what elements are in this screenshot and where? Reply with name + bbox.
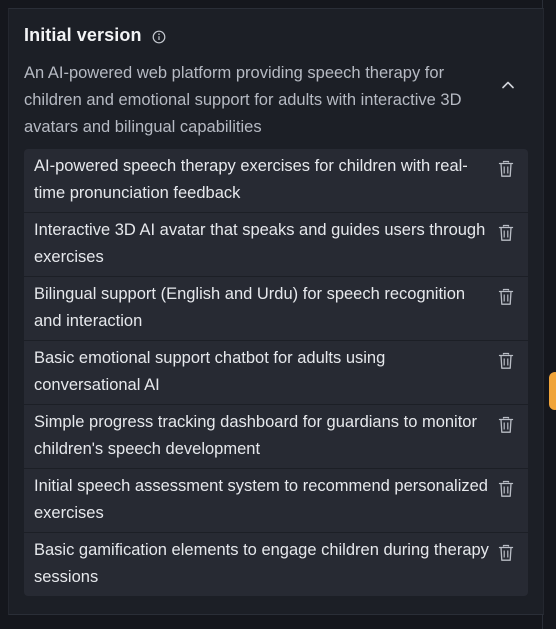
trash-icon — [498, 480, 514, 497]
side-feedback-tab[interactable] — [549, 372, 556, 410]
chevron-up-icon — [502, 81, 514, 88]
trash-icon — [498, 288, 514, 305]
info-icon[interactable] — [152, 30, 166, 44]
delete-button[interactable] — [497, 287, 515, 307]
trash-icon — [498, 224, 514, 241]
delete-button[interactable] — [497, 415, 515, 435]
version-description: An AI-powered web platform providing spe… — [24, 64, 462, 136]
delete-button[interactable] — [497, 543, 515, 563]
feature-text: Initial speech assessment system to reco… — [34, 477, 488, 522]
delete-button[interactable] — [497, 351, 515, 371]
collapse-button[interactable] — [497, 73, 519, 95]
feature-item: Initial speech assessment system to reco… — [24, 469, 528, 533]
feature-text: Interactive 3D AI avatar that speaks and… — [34, 221, 486, 266]
feature-text: Bilingual support (English and Urdu) for… — [34, 285, 466, 330]
version-title: Initial version — [24, 25, 142, 45]
trash-icon — [498, 544, 514, 561]
feature-item: Basic emotional support chatbot for adul… — [24, 341, 528, 405]
trash-icon — [498, 352, 514, 369]
feature-text: Simple progress tracking dashboard for g… — [34, 413, 477, 458]
feature-text: Basic emotional support chatbot for adul… — [34, 349, 386, 394]
version-header: Initial version — [24, 25, 166, 46]
version-panel: Initial version An AI-powered web platfo… — [8, 8, 544, 615]
feature-item: AI-powered speech therapy exercises for … — [24, 149, 528, 213]
feature-item: Bilingual support (English and Urdu) for… — [24, 277, 528, 341]
feature-list: AI-powered speech therapy exercises for … — [24, 149, 528, 596]
feature-text: Basic gamification elements to engage ch… — [34, 541, 489, 586]
feature-text: AI-powered speech therapy exercises for … — [34, 157, 468, 202]
feature-item: Basic gamification elements to engage ch… — [24, 533, 528, 596]
delete-button[interactable] — [497, 223, 515, 243]
feature-item: Interactive 3D AI avatar that speaks and… — [24, 213, 528, 277]
delete-button[interactable] — [497, 159, 515, 179]
trash-icon — [498, 160, 514, 177]
feature-item: Simple progress tracking dashboard for g… — [24, 405, 528, 469]
delete-button[interactable] — [497, 479, 515, 499]
trash-icon — [498, 416, 514, 433]
